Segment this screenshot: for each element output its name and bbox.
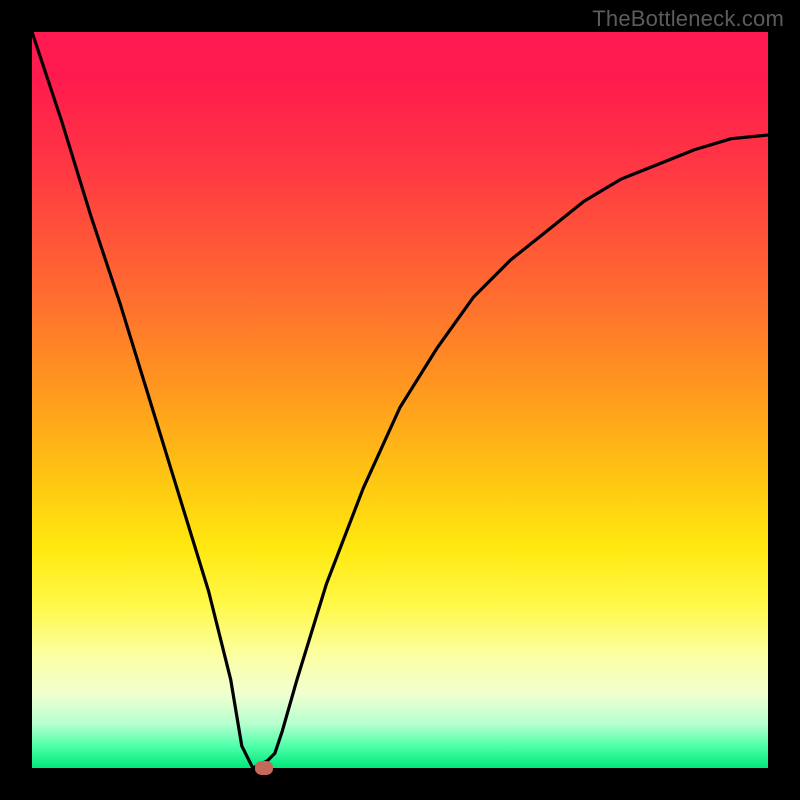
plot-area bbox=[32, 32, 768, 768]
watermark-text: TheBottleneck.com bbox=[592, 6, 784, 32]
curve-svg bbox=[32, 32, 768, 768]
chart-frame: TheBottleneck.com bbox=[0, 0, 800, 800]
optimum-marker bbox=[255, 761, 273, 775]
bottleneck-curve bbox=[32, 32, 768, 768]
